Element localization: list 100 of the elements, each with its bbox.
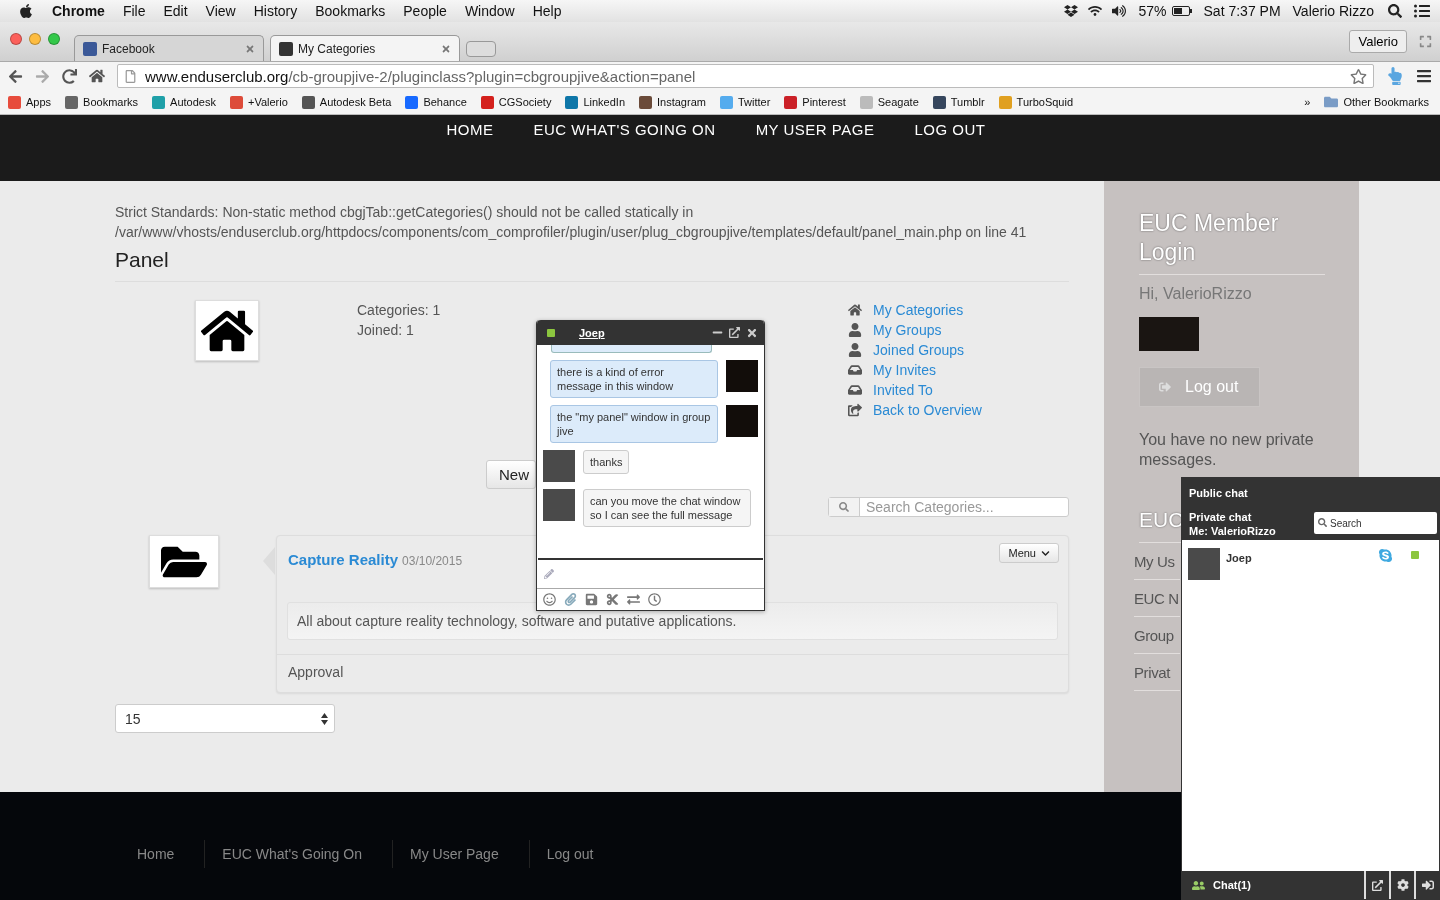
avatar-photo [1139, 317, 1199, 351]
footer-link[interactable]: My User Page [392, 840, 517, 868]
fullscreen-icon[interactable] [1419, 35, 1432, 48]
sidebar-item[interactable]: Group [1134, 617, 1180, 654]
user-name[interactable]: Valerio Rizzo [1292, 3, 1374, 19]
nav-link[interactable]: LOG OUT [914, 121, 986, 139]
message-bubble: thanks [583, 450, 630, 474]
bookmark-item[interactable]: Apps [8, 95, 52, 109]
bookmark-item[interactable]: Instagram [639, 95, 706, 109]
sidebar-title: EUC Member Login [1139, 209, 1325, 275]
bookmark-item[interactable]: TurboSquid [998, 95, 1074, 109]
paperclip-icon[interactable] [564, 593, 577, 606]
bookmark-item[interactable]: Bookmarks [65, 95, 139, 109]
list-icon[interactable] [1414, 3, 1430, 19]
bookmark-item[interactable]: Twitter [719, 95, 771, 109]
address-bar[interactable]: www.enduserclub.org/cb-groupjive-2/pluginclass?plugin=cbgroupjive&action=panel [117, 64, 1374, 88]
menu-item[interactable]: History [253, 3, 298, 19]
bookmark-item[interactable]: Autodesk Beta [301, 95, 392, 109]
battery-percent: 57% [1138, 3, 1167, 19]
bookmark-item[interactable]: Seagate [859, 95, 919, 109]
menu-item[interactable]: Window [464, 3, 515, 19]
more-bookmarks-button[interactable]: » [1304, 96, 1311, 108]
bookmark-item[interactable]: Pinterest [784, 95, 846, 109]
stat-text: Joined: 1 [357, 321, 414, 340]
users-icon [1192, 878, 1205, 892]
public-chat-tab[interactable]: Public chat [1189, 486, 1437, 500]
clock-text[interactable]: Sat 7:37 PM [1203, 3, 1281, 19]
close-icon[interactable] [441, 43, 451, 54]
new-button[interactable]: New [486, 460, 536, 489]
skype-icon[interactable] [1378, 548, 1393, 563]
swap-icon[interactable] [627, 593, 640, 606]
house-icon [195, 300, 259, 361]
chevron-icon [1041, 548, 1050, 558]
menu-item[interactable]: File [122, 3, 146, 19]
private-chat-tab[interactable]: Private chat [1189, 510, 1276, 524]
sign-in-icon[interactable] [1421, 879, 1434, 891]
message-bubble: the "my panel" window in group jive [550, 405, 718, 443]
inbox-icon [848, 363, 862, 377]
save-icon[interactable] [585, 593, 598, 606]
page-title: Panel [115, 248, 1069, 282]
bookmark-item[interactable]: Autodesk [152, 95, 216, 109]
other-bookmarks-item[interactable]: Other Bookmarks [1324, 95, 1429, 109]
nav-link[interactable]: MY USER PAGE [755, 121, 875, 139]
nav-link[interactable]: HOME [446, 121, 494, 139]
exit-icon [1159, 381, 1171, 393]
menu-button[interactable]: Menu [999, 543, 1059, 563]
menu-item[interactable]: Help [532, 3, 562, 19]
browser-tab[interactable]: My Categories [270, 35, 460, 61]
dropbox-icon[interactable] [1064, 4, 1079, 18]
category-description: All about capture reality technology, software and putative applications. [287, 602, 1058, 640]
clock-icon[interactable] [648, 593, 661, 606]
sidebar-item[interactable]: My Us [1134, 543, 1180, 580]
bookmark-item[interactable]: Tumblr [932, 95, 985, 109]
footer-link[interactable]: EUC What's Going On [204, 840, 380, 868]
profile-button[interactable]: Valerio [1349, 30, 1407, 53]
contact-search-field[interactable]: Search [1314, 512, 1437, 534]
avatar-photo [726, 360, 758, 392]
menu-item[interactable]: Edit [163, 3, 188, 19]
current-user-text: Me: ValerioRizzo [1189, 524, 1276, 538]
battery-icon[interactable] [1171, 6, 1192, 16]
back-icon[interactable] [8, 68, 23, 84]
folder-icon [1324, 95, 1339, 109]
bookmark-item[interactable]: +Valerio [230, 95, 288, 109]
greeting-text: Hi, ValerioRizzo [1139, 285, 1253, 303]
nav-link[interactable]: EUC WHAT'S GOING ON [533, 121, 716, 139]
close-window-button[interactable] [10, 32, 22, 45]
message-bubble: there is a kind of error message in this window [550, 360, 718, 398]
volume-icon[interactable] [1112, 4, 1127, 18]
stepper-arrows-icon [321, 712, 328, 725]
inbox-icon [848, 383, 862, 397]
zoom-window-button[interactable] [48, 32, 60, 45]
apple-logo-icon[interactable] [18, 3, 34, 19]
page-size-select[interactable]: 15 [115, 704, 335, 733]
avatar-photo [1188, 548, 1220, 580]
bookmark-item[interactable]: Behance [405, 95, 467, 109]
bookmark-item[interactable]: LinkedIn [565, 95, 625, 109]
sidebar-item[interactable]: Privat [1134, 654, 1180, 691]
settings-icon[interactable] [1396, 879, 1409, 891]
popout-icon[interactable] [729, 327, 740, 338]
sidebar-item[interactable]: EUC N [1134, 580, 1180, 617]
menu-item[interactable]: Chrome [52, 3, 105, 19]
home-icon[interactable] [89, 68, 105, 84]
bookmark-item[interactable]: CGSociety [480, 95, 552, 109]
menu-item[interactable]: View [205, 3, 236, 19]
reload-icon[interactable] [62, 68, 77, 84]
smiley-icon[interactable] [543, 593, 556, 606]
avatar-photo [726, 405, 758, 437]
close-icon[interactable] [746, 326, 758, 339]
footer-link[interactable]: Log out [528, 840, 612, 868]
search-icon[interactable] [1388, 4, 1402, 18]
contact-name[interactable]: Joep [1226, 552, 1372, 564]
menu-item[interactable]: Bookmarks [315, 3, 386, 19]
menu-icon[interactable] [1416, 68, 1432, 84]
footer-link[interactable]: Home [120, 840, 193, 868]
wifi-icon[interactable] [1088, 4, 1103, 18]
search-field[interactable]: Search Categories... [828, 497, 1069, 517]
scissors-icon[interactable] [606, 593, 619, 606]
popout-icon[interactable] [1372, 879, 1383, 891]
browser-tab[interactable]: Facebook [74, 35, 264, 61]
menu-item[interactable]: People [403, 3, 447, 19]
